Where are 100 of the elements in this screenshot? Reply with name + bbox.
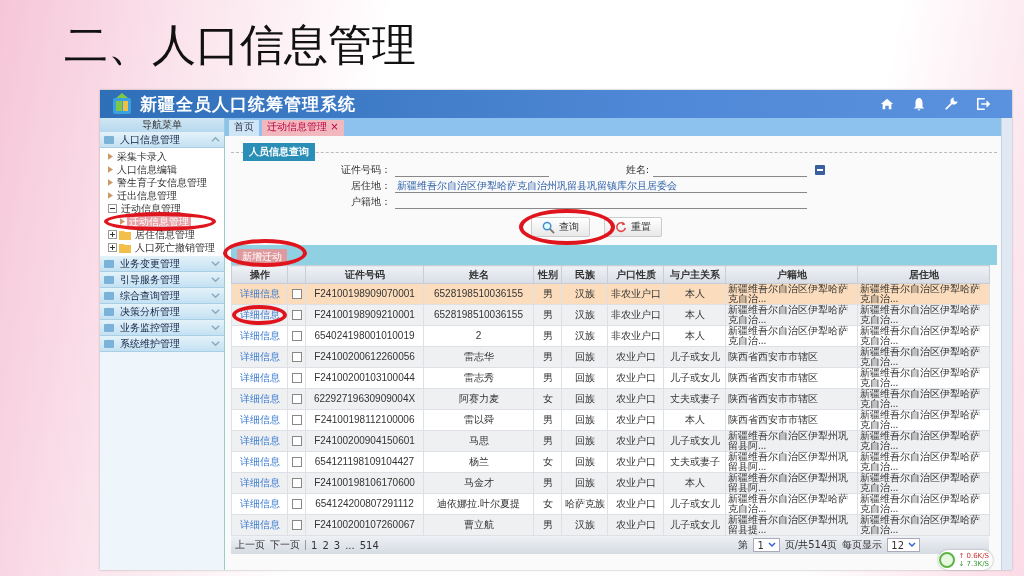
page-link[interactable]: 1: [311, 539, 318, 551]
table-cell: 陕西省西安市市辖区: [728, 393, 818, 404]
tree-item[interactable]: 迁动信息管理: [119, 201, 183, 216]
table-cell: 654124200807291112: [315, 498, 414, 509]
column-header: 户籍地: [776, 268, 807, 280]
menu-section[interactable]: 系统维护管理: [100, 336, 224, 352]
checkbox[interactable]: [291, 520, 302, 531]
table-row[interactable]: 详细信息 F24100198909210001 6528198510036155 男 汉族 非农业户口 本人 新疆维吾尔自治区伊犁哈萨克自治... 新疆维吾尔自治区伊犁哈萨克自治...: [231, 304, 990, 326]
table-cell: 新疆维吾尔自治区伊犁哈萨克自治...: [860, 451, 980, 472]
table-cell: 新疆维吾尔自治区伊犁州巩留县阿...: [728, 451, 848, 472]
table-cell: 回族: [574, 477, 595, 488]
tree-item[interactable]: 迁出信息管理: [115, 188, 179, 203]
menu-section[interactable]: 业务变更管理: [100, 256, 224, 272]
tree-item[interactable]: 居住信息管理: [133, 227, 197, 242]
expand-icon[interactable]: [108, 230, 117, 239]
input-field[interactable]: 新疆维吾尔自治区伊犁哈萨克自治州巩留县巩留镇库尔且居委会: [395, 179, 807, 193]
page-total: 页/共514页: [784, 538, 838, 552]
table-row[interactable]: 详细信息 654024198001010019 2 男 汉族 非农业户口 本人 新疆维吾尔自治区伊犁哈萨克自治... 新疆维吾尔自治区伊犁哈萨克自治...: [231, 325, 990, 347]
tree-item[interactable]: 人口信息编辑: [115, 162, 179, 177]
table-cell: 新疆维吾尔自治区伊犁哈萨克自治...: [728, 325, 848, 346]
checkbox[interactable]: [291, 331, 302, 342]
expand-icon[interactable]: [108, 243, 117, 252]
reset-button[interactable]: 重置: [604, 217, 662, 237]
checkbox[interactable]: [291, 478, 302, 489]
table-cell: 农业户口: [615, 414, 656, 425]
checkbox[interactable]: [291, 352, 302, 363]
scrollbar[interactable]: [1001, 118, 1012, 570]
table-cell: 陕西省西安市市辖区: [728, 414, 818, 425]
gauge-icon: [939, 552, 956, 568]
checkbox[interactable]: [291, 289, 302, 300]
table-row[interactable]: 详细信息 F24100200612260056 雷志华 男 回族 农业户口 儿子或女儿 陕西省西安市市辖区 新疆维吾尔自治区伊犁哈萨克自治...: [231, 346, 990, 368]
menu-section[interactable]: 决策分析管理: [100, 304, 224, 320]
page-link[interactable]: 2: [322, 539, 329, 551]
table-cell: 女: [542, 498, 553, 509]
triangle-icon: [120, 218, 125, 225]
table-cell: 新疆维吾尔自治区伊犁哈萨克自治...: [860, 367, 980, 388]
table-cell: 男: [542, 414, 553, 425]
table-row[interactable]: 详细信息 62292719630909004X 阿赛力麦 女 回族 农业户口 丈夫或妻子 陕西省西安市市辖区 新疆维吾尔自治区伊犁哈萨克自治...: [231, 388, 990, 410]
table-cell: 本人: [684, 309, 705, 320]
folder-icon: [119, 229, 131, 240]
checkbox[interactable]: [291, 499, 302, 510]
reset-icon: [615, 221, 627, 233]
slide-title: 二、人口信息管理: [63, 20, 417, 72]
tab[interactable]: 迁动信息管理 ×: [262, 120, 344, 136]
table-cell: 女: [542, 393, 553, 404]
table-cell: F24100198909210001: [314, 309, 415, 320]
page-size-select[interactable]: 12: [887, 538, 920, 552]
search-icon: [542, 220, 555, 234]
menu-section[interactable]: 人口信息管理: [100, 132, 224, 148]
tree-item[interactable]: 采集卡录入: [115, 149, 169, 164]
table-cell: 汉族: [574, 519, 595, 530]
table-row[interactable]: 详细信息 F24100198106170600 马金才 男 回族 农业户口 本人 新疆维吾尔自治区伊犁州巩留县阿... 新疆维吾尔自治区伊犁哈萨克自治...: [231, 472, 990, 494]
table-cell: 新疆维吾尔自治区伊犁哈萨克自治...: [728, 304, 848, 325]
table-cell: F24100198106170600: [314, 477, 415, 488]
column-header: 居住地: [908, 268, 939, 280]
page-link[interactable]: ...: [345, 539, 355, 551]
page-select[interactable]: 1: [753, 538, 780, 552]
checkbox[interactable]: [291, 373, 302, 384]
logout-icon[interactable]: [976, 97, 990, 111]
field-label: 居住地：: [350, 179, 391, 193]
menu-section[interactable]: 引导服务管理: [100, 272, 224, 288]
prev-page-link[interactable]: 上一页: [235, 538, 265, 552]
table-row[interactable]: 详细信息 F24100198112100006 雷以舜 男 回族 农业户口 本人 陕西省西安市市辖区 新疆维吾尔自治区伊犁哈萨克自治...: [231, 409, 990, 431]
page-link[interactable]: 3: [333, 539, 341, 551]
search-button[interactable]: 查询: [531, 217, 590, 237]
checkbox[interactable]: [291, 394, 302, 405]
tab[interactable]: 首页: [229, 120, 259, 136]
table-cell: 曹立航: [463, 519, 494, 530]
table-cell: 雷志秀: [463, 372, 494, 383]
column-header: 民族: [574, 268, 595, 280]
menu-section[interactable]: 业务监控管理: [100, 320, 224, 336]
menu-section[interactable]: 综合查询管理: [100, 288, 224, 304]
checkbox[interactable]: [291, 436, 302, 447]
checkbox[interactable]: [291, 415, 302, 426]
table-cell: 汉族: [574, 288, 595, 299]
caret-icon: [767, 542, 776, 548]
home-icon[interactable]: [880, 97, 894, 111]
next-page-link[interactable]: 下一页: [270, 538, 300, 552]
checkbox[interactable]: [291, 310, 302, 321]
table-cell: 陕西省西安市市辖区: [728, 372, 818, 383]
table-cell: 汉族: [574, 330, 595, 341]
table-row[interactable]: 详细信息 F24100198909070001 6528198510036155 男 汉族 非农业户口 本人 新疆维吾尔自治区伊犁哈萨克自治... 新疆维吾尔自治区伊犁哈萨克自治...: [231, 283, 990, 305]
table-cell: 男: [542, 330, 553, 341]
tree-item[interactable]: 警生育子女信息管理: [115, 175, 209, 190]
table-cell: 回族: [574, 456, 595, 467]
table-cell: 雷以舜: [463, 414, 494, 425]
checkbox[interactable]: [291, 457, 302, 468]
table-cell: 新疆维吾尔自治区伊犁州巩留县提...: [728, 514, 848, 535]
expand-icon[interactable]: [108, 204, 117, 213]
column-header: 与户主关系: [669, 268, 720, 280]
section-legend: 人员信息查询: [243, 143, 315, 161]
table-cell: 新疆维吾尔自治区伊犁哈萨克自治...: [860, 409, 980, 430]
tree-item[interactable]: 人口死亡撤销管理: [133, 240, 217, 255]
table-cell: 哈萨克族: [564, 498, 605, 509]
wrench-icon[interactable]: [944, 97, 958, 111]
bell-icon[interactable]: [912, 97, 926, 111]
caret-icon: [908, 542, 916, 548]
page-link[interactable]: 514: [359, 539, 379, 551]
toggle-icon[interactable]: [815, 165, 825, 175]
table-row[interactable]: 详细信息 F24100200103100044 雷志秀 男 回族 农业户口 儿子或女儿 陕西省西安市市辖区 新疆维吾尔自治区伊犁哈萨克自治...: [231, 367, 990, 389]
